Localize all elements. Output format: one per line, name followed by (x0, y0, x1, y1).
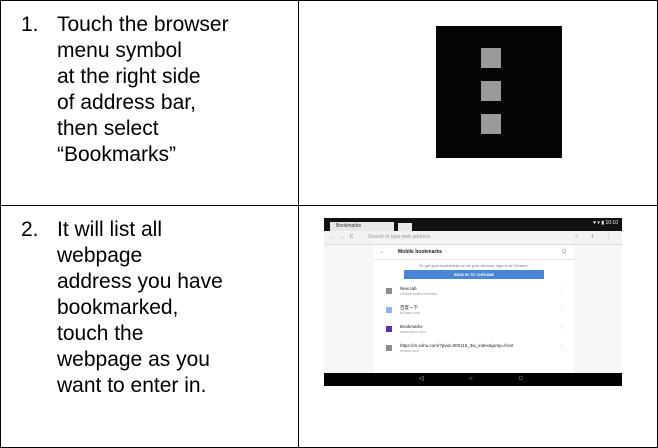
more-icon: ⋮ (559, 306, 564, 312)
bookmark-url: www.yahoo.com (400, 330, 426, 334)
menu-symbol-image (436, 26, 562, 158)
more-icon: ⋮ (559, 344, 564, 350)
search-icon: Q (562, 249, 566, 255)
instruction-table: 1. Touch the browser menu symbol at the … (0, 0, 658, 448)
bookmarks-title: Mobile bookmarks (398, 249, 442, 255)
step-2-image-cell: Bookmarks ♥ ▾ ▮ 10:10 ← → C Search or ty… (298, 205, 658, 448)
android-nav-bar: ◁ ○ □ (324, 373, 622, 386)
step-2-text-cell: 2. It will list all webpage address you … (0, 205, 299, 448)
step-2-number: 2. (21, 218, 39, 241)
back-arrow-icon: ← (380, 249, 385, 255)
nav-icons: ← → C (329, 234, 356, 240)
bookmark-url: m.sohu.com (400, 349, 420, 353)
bookmark-url: m.baidu.com (400, 311, 421, 315)
bookmark-item: New tab chrome-native://newtab/ ⋮ (374, 285, 574, 301)
nav-recent-icon: □ (519, 376, 523, 382)
bookmark-favicon (386, 288, 392, 294)
bookmark-item: 百度一下 m.baidu.com ⋮ (374, 304, 574, 320)
step-1-number: 1. (21, 13, 39, 36)
bookmark-favicon (386, 326, 392, 332)
nav-home-icon: ○ (469, 376, 473, 382)
tab-bookmarks: Bookmarks (330, 222, 394, 231)
step-2-text: It will list all webpage address you hav… (57, 218, 223, 397)
bookmarks-screenshot: Bookmarks ♥ ▾ ▮ 10:10 ← → C Search or ty… (324, 218, 622, 386)
bookmark-favicon (386, 307, 392, 313)
bookmarks-header: ← Mobile bookmarks Q (374, 245, 574, 260)
step-1-text-cell: 1. Touch the browser menu symbol at the … (0, 0, 299, 206)
bookmark-favicon (386, 345, 392, 351)
bookmark-item: Bookmarks www.yahoo.com ⋮ (374, 323, 574, 339)
address-action-icons: ☆ ⇩ ⋮ (574, 234, 616, 240)
bookmark-item: https://m.sohu.com/?pvid=000115_3w_index… (374, 342, 574, 358)
address-bar: ← → C Search or type web address ☆ ⇩ ⋮ (324, 231, 622, 245)
address-placeholder: Search or type web address (368, 234, 431, 240)
more-icon: ⋮ (559, 325, 564, 331)
more-icon: ⋮ (559, 287, 564, 293)
step-1-text: Touch the browser menu symbol at the rig… (57, 13, 229, 166)
nav-back-icon: ◁ (419, 376, 424, 382)
bookmark-url: chrome-native://newtab/ (400, 292, 438, 296)
bookmarks-panel: ← Mobile bookmarks Q To get your bookmar… (374, 245, 574, 373)
sign-in-button: SIGN IN TO CHROME (404, 270, 544, 279)
menu-dot-top (481, 48, 501, 68)
status-bar: ♥ ▾ ▮ 10:10 (593, 220, 618, 226)
new-tab-button (398, 223, 412, 231)
tab-bar: Bookmarks ♥ ▾ ▮ 10:10 (324, 218, 622, 231)
page-area: ← Mobile bookmarks Q To get your bookmar… (324, 245, 622, 373)
menu-dot-bottom (481, 114, 501, 134)
step-1-image-cell (298, 0, 658, 206)
menu-dot-middle (481, 81, 501, 101)
sync-message: To get your bookmarks on all your device… (419, 263, 529, 268)
